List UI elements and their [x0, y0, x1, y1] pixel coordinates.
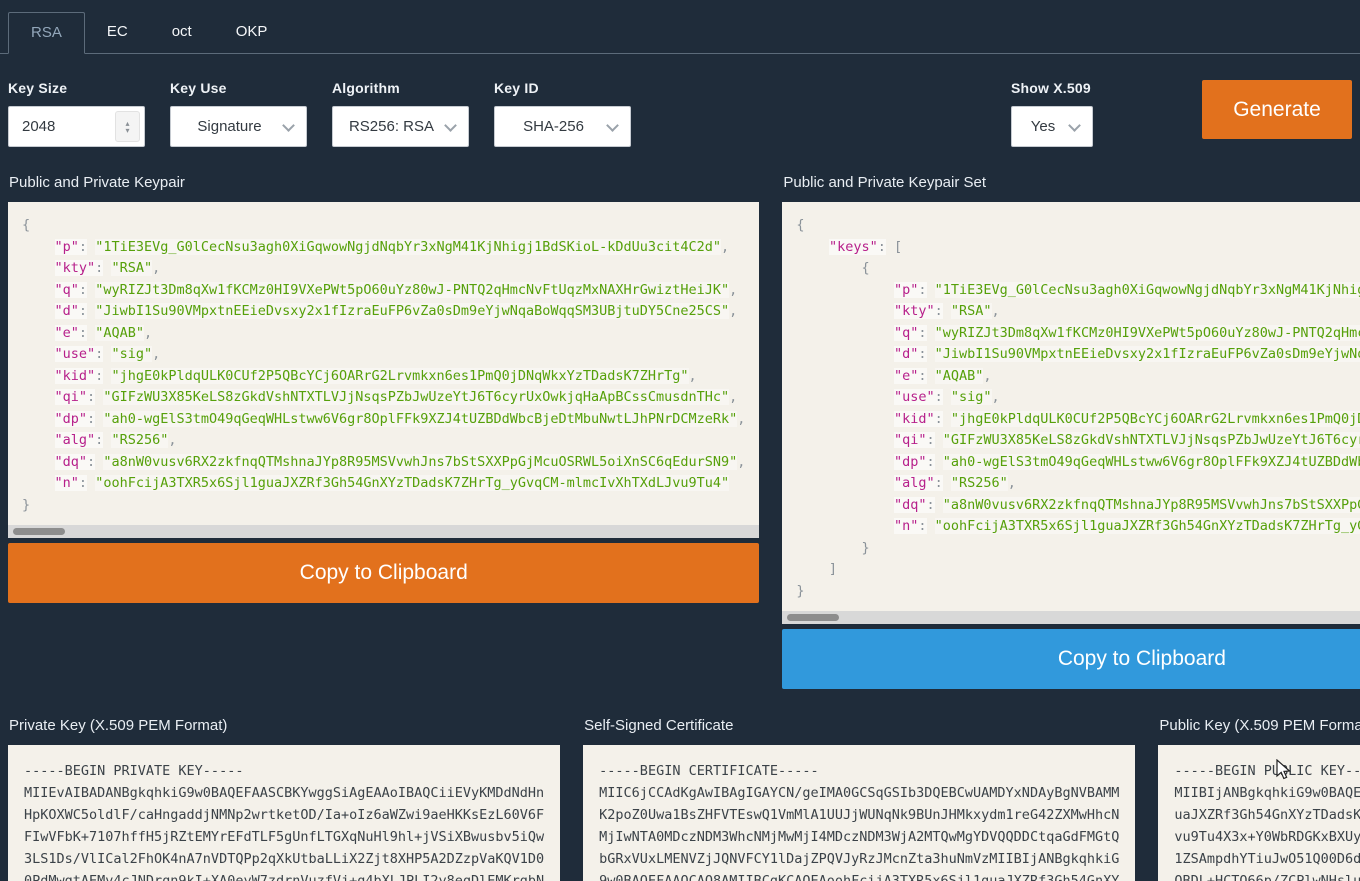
keypair-code-panel[interactable]: { "p": "1TiE3EVg_G0lCecNsu3agh0XiGqwowNg…	[8, 202, 759, 538]
show-x509-field-group: Show X.509 Yes	[1011, 80, 1097, 147]
chevron-down-icon	[606, 119, 619, 132]
pem-panels-row: Private Key (X.509 PEM Format) -----BEGI…	[0, 717, 1360, 881]
keypair-set-column: Public and Private Keypair Set { "keys":…	[782, 174, 1360, 689]
algorithm-value: RS256: RSA	[349, 118, 434, 135]
tab-okp[interactable]: OKP	[214, 12, 290, 53]
key-use-value: Signature	[197, 118, 261, 135]
certificate-column: Self-Signed Certificate -----BEGIN CERTI…	[583, 717, 1135, 881]
show-x509-select[interactable]: Yes	[1011, 106, 1093, 147]
key-size-stepper[interactable]: ▴▾	[115, 111, 140, 142]
public-pem-title: Public Key (X.509 PEM Format)	[1159, 717, 1360, 734]
public-pem-column: Public Key (X.509 PEM Format) -----BEGIN…	[1158, 717, 1360, 881]
jwk-panels-row: Public and Private Keypair { "p": "1TiE3…	[0, 174, 1360, 689]
key-type-tabbar: RSA EC oct OKP	[0, 0, 1360, 54]
keypair-set-hscrollbar[interactable]	[782, 611, 1360, 624]
public-pem-panel[interactable]: -----BEGIN PUBLIC KEY----- MIIBIjANBgkqh…	[1158, 745, 1360, 881]
show-x509-value: Yes	[1031, 118, 1055, 135]
keypair-hscrollbar[interactable]	[8, 525, 759, 538]
key-size-label: Key Size	[8, 80, 145, 96]
certificate-text: -----BEGIN CERTIFICATE----- MIIC6jCCAdKg…	[583, 745, 1135, 881]
certificate-panel[interactable]: -----BEGIN CERTIFICATE----- MIIC6jCCAdKg…	[583, 745, 1135, 881]
private-pem-title: Private Key (X.509 PEM Format)	[9, 717, 560, 734]
generate-button[interactable]: Generate	[1202, 80, 1352, 139]
show-x509-label: Show X.509	[1011, 80, 1097, 96]
private-pem-text: -----BEGIN PRIVATE KEY----- MIIEvAIBADAN…	[8, 745, 560, 881]
key-size-input[interactable]: 2048 ▴▾	[8, 106, 145, 147]
key-id-value: SHA-256	[523, 118, 584, 135]
generator-form: Key Size 2048 ▴▾ Key Use Signature Algor…	[0, 80, 1360, 147]
keypair-title: Public and Private Keypair	[9, 174, 759, 191]
jwk-generator-page: { "tabs": [ { "label": "RSA", "active": …	[0, 0, 1360, 881]
key-size-value: 2048	[22, 118, 55, 135]
keypair-set-json: { "keys": [ { "p": "1TiE3EVg_G0lCecNsu3a…	[782, 202, 1360, 611]
private-pem-panel[interactable]: -----BEGIN PRIVATE KEY----- MIIEvAIBADAN…	[8, 745, 560, 881]
scrollbar-thumb[interactable]	[787, 614, 839, 621]
key-use-field-group: Key Use Signature	[170, 80, 307, 147]
keypair-set-title: Public and Private Keypair Set	[783, 174, 1360, 191]
algorithm-select[interactable]: RS256: RSA	[332, 106, 469, 147]
key-use-label: Key Use	[170, 80, 307, 96]
key-id-label: Key ID	[494, 80, 631, 96]
key-use-select[interactable]: Signature	[170, 106, 307, 147]
chevron-down-icon	[444, 119, 457, 132]
chevron-down-icon	[1068, 119, 1081, 132]
keypair-json: { "p": "1TiE3EVg_G0lCecNsu3agh0XiGqwowNg…	[8, 202, 759, 525]
algorithm-field-group: Algorithm RS256: RSA	[332, 80, 469, 147]
certificate-title: Self-Signed Certificate	[584, 717, 1135, 734]
tab-ec[interactable]: EC	[85, 12, 150, 53]
key-id-select[interactable]: SHA-256	[494, 106, 631, 147]
keypair-copy-button[interactable]: Copy to Clipboard	[8, 543, 759, 603]
tab-oct[interactable]: oct	[150, 12, 214, 53]
tab-rsa[interactable]: RSA	[8, 12, 85, 54]
keypair-set-code-panel[interactable]: { "keys": [ { "p": "1TiE3EVg_G0lCecNsu3a…	[782, 202, 1360, 624]
keypair-column: Public and Private Keypair { "p": "1TiE3…	[8, 174, 759, 689]
key-id-field-group: Key ID SHA-256	[494, 80, 631, 147]
key-size-field-group: Key Size 2048 ▴▾	[8, 80, 145, 147]
scrollbar-thumb[interactable]	[13, 528, 65, 535]
private-pem-column: Private Key (X.509 PEM Format) -----BEGI…	[8, 717, 560, 881]
chevron-down-icon	[282, 119, 295, 132]
algorithm-label: Algorithm	[332, 80, 469, 96]
public-pem-text: -----BEGIN PUBLIC KEY----- MIIBIjANBgkqh…	[1158, 745, 1360, 881]
keypair-set-copy-button[interactable]: Copy to Clipboard	[782, 629, 1360, 689]
